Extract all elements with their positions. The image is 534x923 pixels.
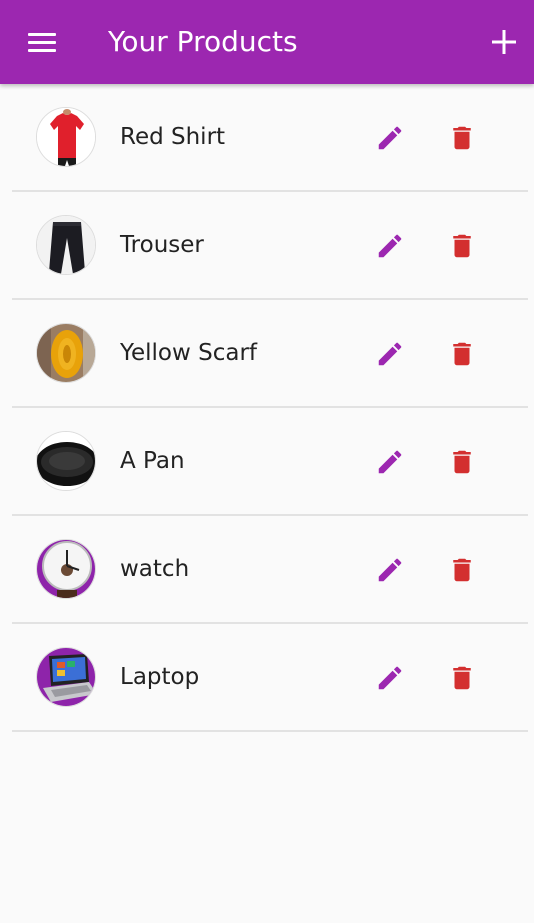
edit-button[interactable] [370,658,410,698]
product-title: Yellow Scarf [120,340,258,366]
menu-button[interactable] [14,22,70,62]
list-item: Trouser [12,192,528,300]
product-title: A Pan [120,448,185,474]
pencil-icon [378,450,402,474]
list-item: Yellow Scarf [12,300,528,408]
product-thumbnail [36,431,96,491]
yellow-scarf-image [37,324,95,382]
edit-button[interactable] [370,550,410,590]
trash-icon [453,342,471,366]
add-product-button[interactable] [484,22,524,62]
pencil-icon [378,234,402,258]
product-thumbnail [36,647,96,707]
add-icon [492,30,516,54]
trash-icon [453,558,471,582]
delete-button[interactable] [442,334,482,374]
delete-button[interactable] [442,658,482,698]
list-item: Red Shirt [12,84,528,192]
delete-button[interactable] [442,550,482,590]
trash-icon [453,450,471,474]
edit-button[interactable] [370,226,410,266]
edit-button[interactable] [370,334,410,374]
delete-button[interactable] [442,118,482,158]
laptop-image [37,648,95,706]
edit-button[interactable] [370,442,410,482]
red-shirt-image [37,108,95,166]
delete-button[interactable] [442,442,482,482]
list-item: Laptop [12,624,528,732]
menu-icon [28,32,56,52]
list-item: watch [12,516,528,624]
app-bar: Your Products [0,0,534,84]
trouser-image [37,216,95,274]
trash-icon [453,666,471,690]
product-thumbnail [36,323,96,383]
product-thumbnail [36,215,96,275]
product-title: Trouser [120,232,204,258]
pencil-icon [378,666,402,690]
trash-icon [453,234,471,258]
pencil-icon [378,558,402,582]
pencil-icon [378,126,402,150]
product-thumbnail [36,539,96,599]
edit-button[interactable] [370,118,410,158]
product-title: Red Shirt [120,124,226,150]
list-item: A Pan [12,408,528,516]
watch-image [37,540,95,598]
page-title: Your Products [108,25,298,58]
product-list: Red Shirt Trouser Yellow Scarf A Pan wat… [12,84,528,732]
delete-button[interactable] [442,226,482,266]
product-title: watch [120,556,190,582]
trash-icon [453,126,471,150]
product-title: Laptop [120,664,200,690]
pencil-icon [378,342,402,366]
pan-image [37,432,95,490]
product-thumbnail [36,107,96,167]
